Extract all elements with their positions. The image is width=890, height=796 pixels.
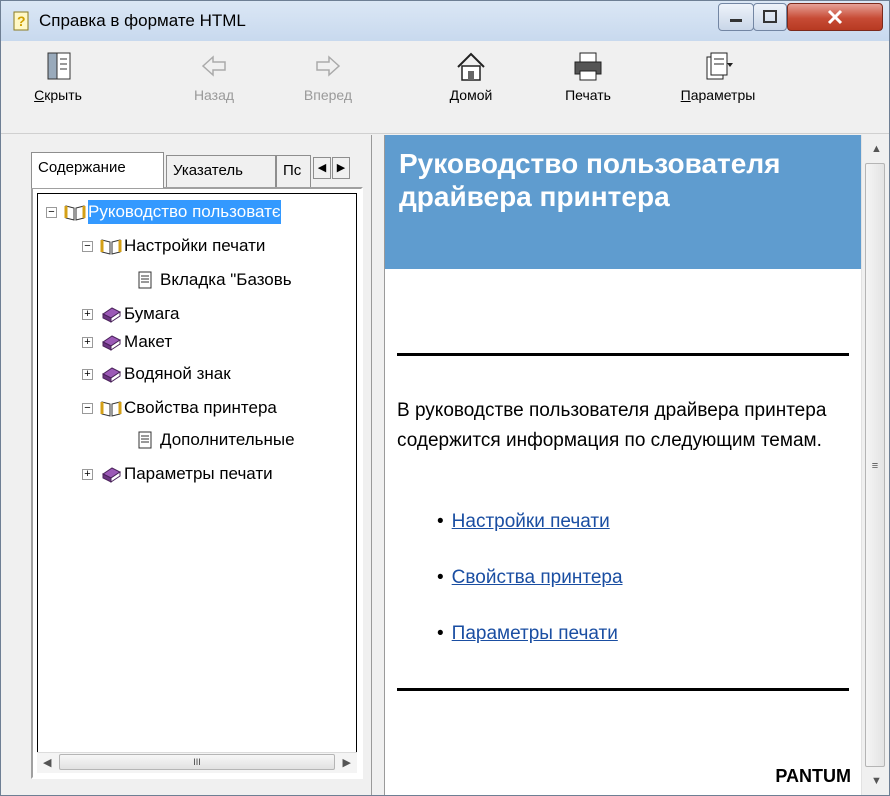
closed-book-icon	[100, 465, 122, 490]
tree-node-label[interactable]: Дополнительные	[160, 428, 295, 452]
pane-splitter[interactable]	[371, 135, 385, 795]
title-bar: ? Справка в формате HTML	[1, 1, 889, 41]
link-printer-properties[interactable]: Свойства принтера	[452, 567, 623, 588]
tree-node-label[interactable]: Свойства принтера	[124, 396, 277, 420]
back-arrow-icon	[201, 55, 226, 77]
hide-label: Скрыть	[34, 87, 82, 103]
open-book-icon	[100, 399, 122, 424]
collapse-icon[interactable]: −	[46, 207, 57, 218]
minimize-button[interactable]	[718, 3, 754, 31]
tree-node-label[interactable]: Бумага	[124, 302, 180, 326]
bullet-icon: •	[437, 511, 444, 532]
expand-icon[interactable]: +	[82, 369, 93, 380]
contents-tree[interactable]: − Руководство пользоватє − Настройки печати…	[37, 193, 357, 753]
open-book-icon	[100, 237, 122, 262]
print-button[interactable]: Печать	[543, 45, 633, 131]
tree-node-label[interactable]: Макет	[124, 330, 172, 354]
tab-scroll-right-button[interactable]: ▶	[332, 157, 350, 179]
scroll-up-icon[interactable]: ▲	[871, 143, 882, 155]
print-label: Печать	[565, 87, 611, 103]
tree-node-label[interactable]: Параметры печати	[124, 462, 273, 486]
brand-footer: PANTUM	[775, 766, 851, 786]
forward-arrow-icon	[316, 55, 341, 77]
content-vertical-scrollbar[interactable]: ▲ ≡ ▼	[861, 135, 889, 795]
hide-button[interactable]: Скрыть	[13, 45, 103, 131]
forward-button[interactable]: Вперед	[283, 45, 373, 131]
tree-scroll-thumb[interactable]: III	[59, 754, 335, 770]
topic-list-item: • Параметры печати	[437, 623, 618, 645]
navigation-pane: Содержание Указатель Пс ◀ ▶ − Руководство…	[1, 135, 371, 795]
link-print-parameters[interactable]: Параметры печати	[452, 623, 618, 644]
options-button[interactable]: Параметры	[673, 45, 763, 131]
home-label: Домой	[449, 87, 493, 103]
tree-node-label[interactable]: Руководство пользоватє	[88, 200, 281, 224]
tree-horizontal-scrollbar[interactable]: ◀ III ▶	[37, 752, 357, 773]
bullet-icon: •	[437, 623, 444, 644]
topic-heading: Руководство пользователя драйвера принте…	[385, 135, 861, 269]
toolbar: Скрыть Назад Вперед Домой Печать Парамет…	[1, 41, 889, 134]
back-label: Назад	[193, 87, 235, 103]
tab-index[interactable]: Указатель	[166, 155, 276, 187]
closed-book-icon	[100, 333, 122, 358]
home-button[interactable]: Домой	[426, 45, 516, 131]
tree-node-label[interactable]: Вкладка "Базовь	[160, 268, 292, 292]
divider	[397, 353, 849, 356]
topic-content: Руководство пользователя драйвера принте…	[385, 135, 861, 795]
tab-search[interactable]: Пс	[276, 155, 311, 187]
home-icon	[457, 52, 485, 81]
topic-list-item: • Свойства принтера	[437, 567, 623, 589]
scroll-down-icon[interactable]: ▼	[871, 775, 882, 787]
tab-contents[interactable]: Содержание	[31, 152, 164, 188]
closed-book-icon	[100, 365, 122, 390]
forward-label: Вперед	[303, 87, 353, 103]
expand-icon[interactable]: +	[82, 469, 93, 480]
open-book-icon	[64, 203, 86, 228]
hide-pane-icon	[47, 52, 71, 80]
tab-scroll-left-button[interactable]: ◀	[313, 157, 331, 179]
tree-node-label[interactable]: Водяной знак	[124, 362, 231, 386]
page-icon	[136, 271, 154, 296]
tree-node-label[interactable]: Настройки печати	[124, 234, 265, 258]
scroll-left-icon[interactable]: ◀	[43, 756, 51, 769]
help-icon: ?	[13, 11, 29, 31]
topic-list-item: • Настройки печати	[437, 511, 610, 533]
help-window: ? Справка в формате HTML Скрыть Назад Вп…	[0, 0, 890, 796]
collapse-icon[interactable]: −	[82, 241, 93, 252]
closed-book-icon	[100, 305, 122, 330]
window-title: Справка в формате HTML	[39, 11, 246, 30]
close-icon	[827, 9, 843, 25]
collapse-icon[interactable]: −	[82, 403, 93, 414]
options-label: Параметры	[680, 87, 756, 103]
maximize-button[interactable]	[753, 3, 787, 31]
divider	[397, 688, 849, 691]
contents-tree-frame: − Руководство пользоватє − Настройки печати…	[31, 187, 363, 779]
printer-icon	[574, 52, 602, 81]
expand-icon[interactable]: +	[82, 309, 93, 320]
expand-icon[interactable]: +	[82, 337, 93, 348]
back-button[interactable]: Назад	[169, 45, 259, 131]
options-icon	[706, 52, 733, 80]
minimize-icon	[730, 19, 742, 22]
link-print-settings[interactable]: Настройки печати	[452, 511, 610, 532]
page-icon	[136, 431, 154, 456]
content-scroll-thumb[interactable]: ≡	[865, 163, 885, 767]
scroll-right-icon[interactable]: ▶	[343, 756, 351, 769]
maximize-icon	[763, 10, 777, 23]
close-button[interactable]	[787, 3, 883, 31]
svg-text:?: ?	[17, 13, 26, 29]
bullet-icon: •	[437, 567, 444, 588]
topic-intro: В руководстве пользователя драйвера прин…	[397, 400, 827, 451]
